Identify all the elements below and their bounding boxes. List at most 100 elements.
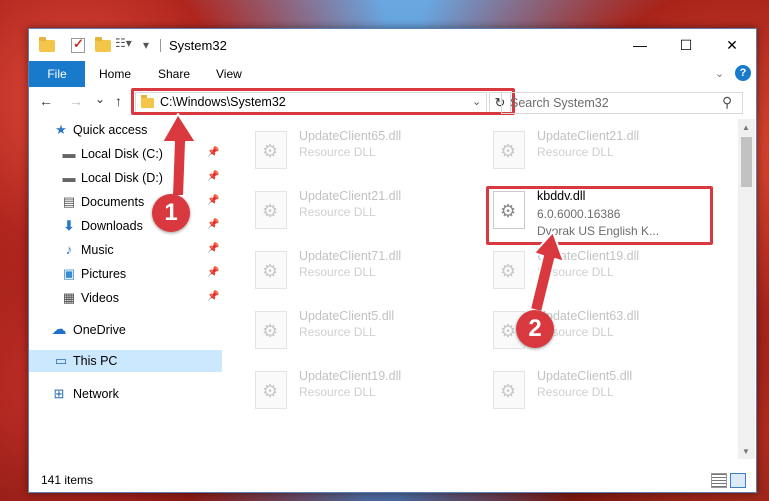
- scroll-thumb[interactable]: [741, 137, 752, 187]
- forward-button[interactable]: →: [69, 93, 83, 109]
- target-file-highlight-box: [486, 186, 713, 245]
- status-bar: 141 items: [29, 469, 756, 491]
- sidebar-item-music[interactable]: ♪ Music 📌: [29, 239, 222, 261]
- close-button[interactable]: ✕: [709, 29, 755, 61]
- new-folder-icon[interactable]: [95, 37, 111, 52]
- file-name: UpdateClient19.dll: [299, 369, 402, 383]
- pin-icon[interactable]: 📌: [207, 243, 219, 254]
- sidebar-item-quick-access[interactable]: ★ Quick access: [29, 119, 222, 141]
- file-item[interactable]: UpdateClient21.dll Resource DLL: [249, 185, 479, 231]
- dll-file-icon: [255, 131, 287, 169]
- pin-icon[interactable]: 📌: [207, 291, 219, 302]
- file-name: UpdateClient19.dll: [537, 249, 640, 263]
- minimize-button[interactable]: —: [617, 29, 663, 61]
- scroll-up-icon[interactable]: ▲: [742, 123, 750, 132]
- file-item[interactable]: UpdateClient5.dll Resource DLL: [249, 305, 479, 351]
- sidebar-item-pictures[interactable]: ▣ Pictures 📌: [29, 263, 222, 285]
- file-item[interactable]: UpdateClient19.dll Resource DLL: [249, 365, 479, 411]
- back-button[interactable]: ←: [39, 93, 53, 109]
- ribbon-expand-chevron-icon[interactable]: ⌄: [715, 67, 724, 80]
- drive-icon: ▬: [62, 170, 76, 185]
- search-input[interactable]: Search System32 ⚲: [501, 92, 743, 114]
- sidebar-item-label: Pictures: [81, 267, 127, 281]
- dll-file-icon: [255, 371, 287, 409]
- help-icon[interactable]: ?: [735, 65, 751, 81]
- tab-home[interactable]: Home: [99, 61, 131, 87]
- sidebar-item-videos[interactable]: ▦ Videos 📌: [29, 287, 222, 309]
- pin-icon[interactable]: 📌: [207, 147, 219, 158]
- pin-icon[interactable]: 📌: [207, 171, 219, 182]
- title-bar: ☷▾ ▾ System32 — ☐ ✕: [29, 29, 756, 61]
- file-item[interactable]: UpdateClient65.dll Resource DLL: [249, 125, 479, 171]
- tab-view[interactable]: View: [216, 61, 242, 87]
- sidebar-item-documents[interactable]: ▤ Documents 📌: [29, 191, 222, 213]
- sidebar-item-downloads[interactable]: ⬇ Downloads 📌: [29, 215, 222, 237]
- sidebar-item-label: OneDrive: [73, 323, 126, 337]
- search-icon[interactable]: ⚲: [722, 94, 732, 111]
- step-1-badge: 1: [152, 194, 190, 232]
- dll-file-icon: [493, 371, 525, 409]
- item-count: 141 items: [41, 473, 94, 487]
- file-name: UpdateClient21.dll: [537, 129, 640, 143]
- file-type: Resource DLL: [537, 145, 614, 159]
- dll-file-icon: [255, 251, 287, 289]
- dll-file-icon: [493, 131, 525, 169]
- step-2-badge: 2: [516, 310, 554, 348]
- sidebar-item-label: Music: [81, 243, 114, 257]
- vertical-scrollbar[interactable]: ▲ ▼: [738, 119, 755, 459]
- large-icons-view-icon[interactable]: [730, 473, 746, 488]
- sidebar-item-this-pc[interactable]: ▭ This PC: [29, 350, 222, 372]
- sidebar-item-local-disk-c[interactable]: ▬ Local Disk (C:) 📌: [29, 143, 222, 165]
- recent-locations-button[interactable]: ⌄: [95, 92, 105, 106]
- videos-icon: ▦: [62, 290, 76, 305]
- file-type: Resource DLL: [299, 205, 376, 219]
- properties-check-icon[interactable]: [71, 36, 85, 53]
- navigation-bar: ← → ⌄ ↑ C:\Windows\System32 ⌄ ↻ Search S…: [29, 87, 756, 117]
- file-name: UpdateClient5.dll: [537, 369, 633, 383]
- cloud-icon: ☁: [51, 321, 67, 338]
- up-button[interactable]: ↑: [115, 93, 122, 109]
- folder-icon[interactable]: [39, 37, 55, 52]
- sidebar-item-label: Network: [73, 387, 119, 401]
- address-highlight-box: [131, 88, 515, 115]
- pin-icon[interactable]: 📌: [207, 219, 219, 230]
- file-type: Resource DLL: [299, 325, 376, 339]
- pin-icon[interactable]: 📌: [207, 195, 219, 206]
- pin-icon[interactable]: 📌: [207, 267, 219, 278]
- sidebar-item-local-disk-d[interactable]: ▬ Local Disk (D:) 📌: [29, 167, 222, 189]
- file-name: UpdateClient5.dll: [299, 309, 395, 323]
- scroll-down-icon[interactable]: ▼: [742, 447, 750, 456]
- file-type: Resource DLL: [537, 265, 614, 279]
- file-item[interactable]: UpdateClient71.dll Resource DLL: [249, 245, 479, 291]
- sidebar-item-label: Local Disk (D:): [81, 171, 163, 185]
- file-name: UpdateClient21.dll: [299, 189, 402, 203]
- download-icon: ⬇: [63, 218, 75, 233]
- file-item[interactable]: UpdateClient21.dll Resource DLL: [487, 125, 717, 171]
- sidebar-item-onedrive[interactable]: ☁ OneDrive: [29, 319, 222, 341]
- file-explorer-window: ☷▾ ▾ System32 — ☐ ✕ File Home Share View…: [28, 28, 757, 493]
- music-icon: ♪: [65, 242, 73, 257]
- sidebar-item-label: This PC: [73, 354, 118, 368]
- file-type: Resource DLL: [299, 265, 376, 279]
- file-type: Resource DLL: [299, 385, 376, 399]
- tab-file[interactable]: File: [29, 61, 85, 87]
- sidebar-item-network[interactable]: ⊞ Network: [29, 383, 222, 405]
- documents-icon: ▤: [62, 194, 76, 209]
- maximize-button[interactable]: ☐: [663, 29, 709, 61]
- dll-file-icon: [255, 191, 287, 229]
- quick-access-dropdown-icon[interactable]: ▾: [143, 38, 159, 54]
- star-icon: ★: [55, 122, 67, 137]
- tab-share[interactable]: Share: [158, 61, 190, 87]
- file-type: Resource DLL: [299, 145, 376, 159]
- sidebar-item-label: Local Disk (C:): [81, 147, 163, 161]
- file-item[interactable]: UpdateClient19.dll Resource DLL: [487, 245, 717, 291]
- file-name: UpdateClient71.dll: [299, 249, 402, 263]
- quick-access-customize-icon[interactable]: ☷▾: [115, 36, 132, 52]
- file-type: Resource DLL: [537, 385, 614, 399]
- dll-file-icon: [255, 311, 287, 349]
- file-item[interactable]: UpdateClient5.dll Resource DLL: [487, 365, 717, 411]
- navigation-pane: ★ Quick access ▬ Local Disk (C:) 📌 ▬ Loc…: [29, 119, 222, 459]
- details-view-icon[interactable]: [711, 473, 727, 488]
- sidebar-item-label: Videos: [81, 291, 119, 305]
- ribbon-tabs: File Home Share View ⌄ ?: [29, 61, 756, 88]
